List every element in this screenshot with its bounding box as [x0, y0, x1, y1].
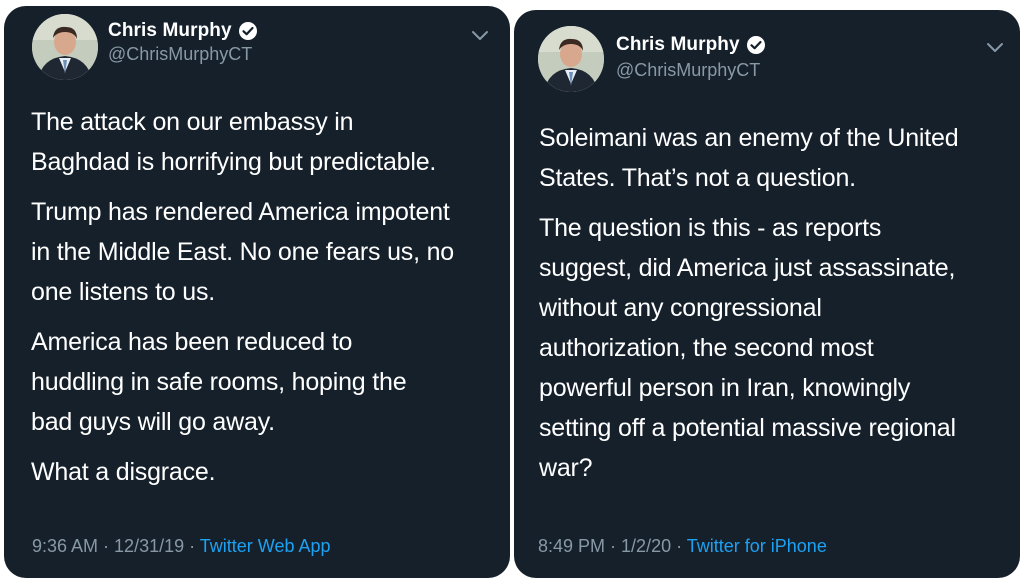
- chevron-down-icon[interactable]: [986, 42, 1004, 54]
- text-line: one listens to us.: [31, 278, 216, 306]
- separator: ·: [98, 536, 115, 556]
- text-line: without any congressional: [539, 294, 822, 322]
- avatar[interactable]: [32, 14, 98, 80]
- text-line: Trump has rendered America impotent: [31, 198, 450, 226]
- text-line: in the Middle East. No one fears us, no: [31, 238, 454, 266]
- tweet-metadata: 9:36 AM · 12/31/19 · Twitter Web App: [32, 536, 331, 557]
- tweet-time[interactable]: 9:36 AM: [32, 536, 98, 556]
- separator: ·: [605, 536, 622, 556]
- author-handle[interactable]: @ChrisMurphyCT: [108, 44, 252, 65]
- chevron-down-icon[interactable]: [471, 30, 489, 42]
- text-line: bad guys will go away.: [31, 408, 275, 436]
- tweet-metadata: 8:49 PM · 1/2/20 · Twitter for iPhone: [538, 536, 827, 557]
- tweet-date[interactable]: 1/2/20: [621, 536, 671, 556]
- text-line: Baghdad is horrifying but predictable.: [31, 148, 437, 176]
- text-line: authorization, the second most: [539, 334, 874, 362]
- text-line: war?: [539, 454, 593, 482]
- text-line: The attack on our embassy in: [31, 108, 354, 136]
- text-line: States. That’s not a question.: [539, 164, 856, 192]
- tweet-card[interactable]: Chris Murphy @ChrisMurphyCT Soleimani wa…: [514, 10, 1020, 578]
- author-name[interactable]: Chris Murphy: [108, 20, 232, 42]
- text-line: America has been reduced to: [31, 328, 353, 356]
- verified-badge-icon: [238, 21, 258, 41]
- author-name[interactable]: Chris Murphy: [616, 34, 740, 56]
- tweet-source-link[interactable]: Twitter for iPhone: [687, 536, 827, 556]
- text-line: What a disgrace.: [31, 458, 216, 486]
- tweet-paragraph: Trump has rendered America impotent in t…: [31, 192, 501, 312]
- text-line: Soleimani was an enemy of the United: [539, 124, 959, 152]
- tweet-text: Soleimani was an enemy of the United Sta…: [539, 118, 1009, 498]
- tweet-paragraph: Soleimani was an enemy of the United Sta…: [539, 118, 1009, 198]
- tweet-time[interactable]: 8:49 PM: [538, 536, 605, 556]
- tweet-card[interactable]: Chris Murphy @ChrisMurphyCT The attack o…: [4, 6, 510, 578]
- verified-badge-icon: [746, 35, 766, 55]
- text-line: The question is this - as reports: [539, 214, 882, 242]
- tweet-date[interactable]: 12/31/19: [114, 536, 184, 556]
- separator: ·: [184, 536, 200, 556]
- tweet-source-link[interactable]: Twitter Web App: [200, 536, 331, 556]
- tweet-paragraph: The attack on our embassy in Baghdad is …: [31, 102, 501, 182]
- avatar[interactable]: [538, 26, 604, 92]
- text-line: huddling in safe rooms, hoping the: [31, 368, 407, 396]
- tweet-paragraph: The question is this - as reports sugges…: [539, 208, 1009, 488]
- author-handle[interactable]: @ChrisMurphyCT: [616, 60, 760, 81]
- separator: ·: [671, 536, 687, 556]
- text-line: powerful person in Iran, knowingly: [539, 374, 911, 402]
- tweet-paragraph: America has been reduced to huddling in …: [31, 322, 501, 442]
- text-line: suggest, did America just assassinate,: [539, 254, 956, 282]
- text-line: setting off a potential massive regional: [539, 414, 956, 442]
- tweet-text: The attack on our embassy in Baghdad is …: [31, 102, 501, 502]
- tweet-paragraph: What a disgrace.: [31, 452, 501, 492]
